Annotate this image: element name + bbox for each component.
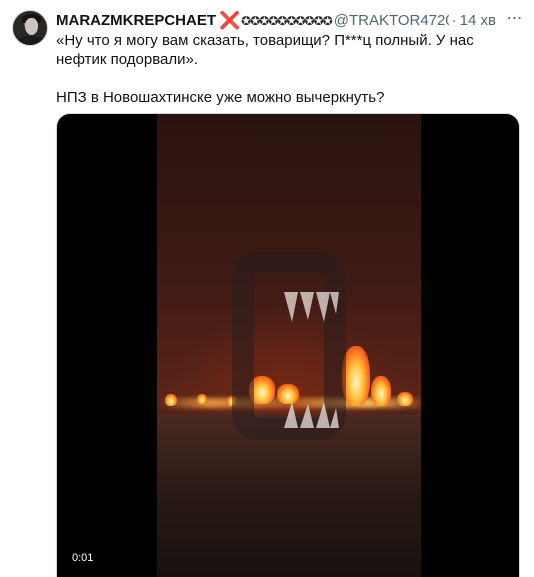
avatar-face	[25, 18, 38, 35]
fire-flame	[371, 376, 391, 406]
watermark-logo	[232, 252, 346, 440]
video-player[interactable]: 0:01	[56, 113, 520, 577]
user-handle[interactable]: @TRAKTOR4720501	[334, 11, 449, 31]
watermark-teeth-bottom	[284, 402, 339, 428]
avatar-shoulders	[16, 36, 47, 45]
fire-flame	[397, 392, 413, 406]
fire-flame	[342, 346, 370, 406]
separator-dot: ·	[451, 12, 457, 29]
tweet-header: MARAZMKREPCHAET ❌ ✪✪✪✪✪✪✪✪✪✪ @TRAKTOR472…	[56, 11, 496, 31]
tweet-card[interactable]: MARAZMKREPCHAET ❌ ✪✪✪✪✪✪✪✪✪✪ @TRAKTOR472…	[0, 0, 534, 577]
display-name[interactable]: MARAZMKREPCHAET	[56, 11, 216, 31]
fire-flame	[197, 394, 207, 404]
cross-mark-icon: ❌	[219, 11, 241, 30]
tweet-text-line: НПЗ в Новошахтинске уже можно вычеркнуть…	[56, 89, 385, 106]
watermark-teeth-top	[284, 292, 339, 322]
tweet-text-line: «Ну что я могу вам сказать, товарищи? П*…	[56, 32, 474, 68]
fire-flame	[165, 394, 177, 406]
more-options-icon[interactable]: ⋯	[505, 10, 525, 30]
emoji-row: ✪✪✪✪✪✪✪✪✪✪	[241, 14, 333, 28]
avatar[interactable]	[12, 10, 48, 46]
video-timestamp: 0:01	[72, 552, 94, 564]
tweet-time[interactable]: 14 хв	[460, 11, 496, 31]
tweet-text: «Ну что я могу вам сказать, товарищи? П*…	[56, 31, 506, 107]
